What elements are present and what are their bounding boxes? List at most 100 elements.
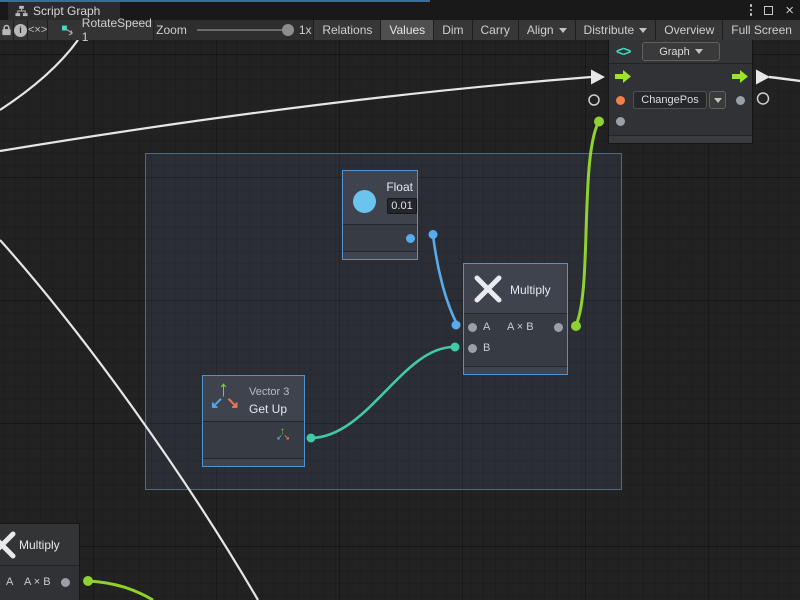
window-menu-icon[interactable] bbox=[746, 4, 757, 16]
port-b-label: B bbox=[483, 342, 490, 354]
zoom-slider-handle[interactable] bbox=[282, 24, 294, 36]
distribute-button[interactable]: Distribute bbox=[576, 20, 657, 40]
graph-hierarchy-icon bbox=[15, 5, 28, 17]
distribute-label: Distribute bbox=[584, 23, 635, 37]
vector3-getup-node[interactable]: ↑ ↙ ↘ Vector 3 Get Up ↑ ↙ ↘ bbox=[202, 375, 305, 467]
multiply-title: Multiply bbox=[510, 283, 551, 297]
zoom-slider[interactable] bbox=[197, 29, 289, 31]
float-value-input[interactable]: 0.01 bbox=[387, 198, 417, 214]
port-a-label: A bbox=[483, 321, 490, 333]
changepos-label: ChangePos bbox=[641, 94, 699, 106]
node-header[interactable]: <> Graph bbox=[609, 40, 752, 64]
port-out[interactable] bbox=[554, 323, 563, 332]
graph-value-output-circle[interactable] bbox=[758, 93, 769, 104]
multiply-x-icon bbox=[473, 274, 503, 304]
close-icon[interactable]: × bbox=[781, 3, 798, 18]
vector3-axis-icon: ↑ ↙ ↘ bbox=[211, 380, 243, 416]
getup-title: Get Up bbox=[249, 402, 287, 416]
port-a[interactable] bbox=[468, 323, 477, 332]
wire-cap bbox=[83, 576, 93, 586]
port-out[interactable] bbox=[61, 578, 70, 587]
info-icon: i bbox=[14, 24, 27, 37]
wire-white-topleft bbox=[0, 40, 78, 110]
flow-input-arrow-icon[interactable] bbox=[615, 70, 631, 83]
dim-button[interactable]: Dim bbox=[434, 20, 472, 40]
port-value-in[interactable] bbox=[616, 117, 625, 126]
chevron-down-icon bbox=[714, 98, 722, 103]
axis-down-right-arrow-icon: ↘ bbox=[284, 433, 290, 442]
float-value: 0.01 bbox=[391, 200, 412, 212]
window-controls: × bbox=[746, 0, 798, 20]
overview-label: Overview bbox=[664, 23, 714, 37]
macro-reference-button[interactable]: RotateSpeed 1 bbox=[48, 20, 154, 40]
port-float-out[interactable] bbox=[406, 234, 415, 243]
chevron-down-icon bbox=[639, 28, 647, 33]
lock-icon bbox=[0, 23, 13, 37]
float-node[interactable]: Float 0.01 bbox=[342, 170, 418, 260]
multiply2-title: Multiply bbox=[19, 538, 60, 552]
flow-output-arrow-icon[interactable] bbox=[732, 70, 748, 83]
zoom-value: 1x bbox=[299, 23, 312, 37]
code-view-button[interactable]: <×> bbox=[28, 20, 48, 40]
axis-down-right-arrow-icon: ↘ bbox=[226, 393, 239, 413]
overview-button[interactable]: Overview bbox=[656, 20, 723, 40]
multiply2-node[interactable]: Multiply A A × B bbox=[0, 523, 80, 600]
values-button[interactable]: Values bbox=[381, 20, 434, 40]
focused-window-accent-line bbox=[0, 0, 430, 2]
code-icon: <×> bbox=[28, 24, 47, 36]
vector3-axis-mini-icon: ↑ ↙ ↘ bbox=[277, 427, 291, 443]
port-value-out[interactable] bbox=[736, 96, 745, 105]
graph-toolbar: i <×> RotateSpeed 1 Zoom 1x Relations Va… bbox=[0, 20, 800, 40]
port-out-label: A × B bbox=[24, 576, 51, 588]
relations-button[interactable]: Relations bbox=[314, 20, 381, 40]
changepos-dropdown-button[interactable] bbox=[709, 91, 726, 109]
node-footer bbox=[203, 458, 304, 466]
graph-event-node[interactable]: <> Graph ChangePos bbox=[608, 40, 753, 144]
axis-down-left-arrow-icon: ↙ bbox=[210, 393, 223, 413]
script-machine-icon bbox=[62, 24, 75, 37]
node-footer bbox=[609, 135, 752, 143]
dim-label: Dim bbox=[442, 23, 463, 37]
graph-flow-input-arrowhead[interactable] bbox=[591, 70, 605, 85]
maximize-icon[interactable] bbox=[764, 6, 773, 15]
port-out-label: A × B bbox=[507, 321, 534, 333]
full-screen-button[interactable]: Full Screen bbox=[723, 20, 800, 40]
align-label: Align bbox=[527, 23, 554, 37]
values-label: Values bbox=[389, 23, 425, 37]
axis-down-left-arrow-icon: ↙ bbox=[277, 433, 283, 442]
zoom-label: Zoom bbox=[156, 23, 187, 37]
vector-type-label: Vector 3 bbox=[249, 386, 289, 398]
changepos-field[interactable]: ChangePos bbox=[633, 91, 707, 109]
node-footer bbox=[464, 366, 567, 374]
wire-multiply2-out bbox=[88, 581, 153, 600]
port-target[interactable] bbox=[616, 96, 625, 105]
multiply-x-icon bbox=[0, 530, 17, 560]
port-b[interactable] bbox=[468, 344, 477, 353]
carry-label: Carry bbox=[481, 23, 510, 37]
multiply-node[interactable]: Multiply A A × B B bbox=[463, 263, 568, 375]
lock-button[interactable] bbox=[0, 20, 14, 40]
code-brackets-icon: <> bbox=[616, 43, 630, 59]
macro-label: RotateSpeed 1 bbox=[82, 16, 154, 44]
node-header[interactable]: ↑ ↙ ↘ Vector 3 Get Up bbox=[203, 376, 304, 422]
wire-white-from-graph-output bbox=[769, 77, 800, 81]
port-vector-out[interactable]: ↑ ↙ ↘ bbox=[277, 427, 293, 444]
chevron-down-icon bbox=[695, 49, 703, 54]
info-button[interactable]: i bbox=[14, 20, 28, 40]
chevron-down-icon bbox=[559, 28, 567, 33]
graph-canvas[interactable]: <> Graph ChangePos Float 0.01 bbox=[0, 40, 800, 600]
node-header[interactable]: Float 0.01 bbox=[343, 171, 417, 225]
node-footer bbox=[343, 251, 417, 259]
node-header[interactable]: Multiply bbox=[464, 264, 567, 314]
graph-flow-output-arrowhead[interactable] bbox=[756, 70, 770, 85]
full-screen-label: Full Screen bbox=[731, 23, 792, 37]
wire-cap bbox=[594, 117, 604, 127]
align-button[interactable]: Align bbox=[519, 20, 576, 40]
carry-button[interactable]: Carry bbox=[473, 20, 519, 40]
wire-white-to-graph-input bbox=[0, 77, 591, 151]
zoom-control: Zoom 1x bbox=[154, 20, 314, 40]
graph-dropdown-label: Graph bbox=[659, 46, 690, 58]
graph-dropdown[interactable]: Graph bbox=[642, 42, 720, 61]
node-header[interactable]: Multiply bbox=[0, 524, 79, 566]
graph-value-input-circle[interactable] bbox=[589, 95, 599, 105]
